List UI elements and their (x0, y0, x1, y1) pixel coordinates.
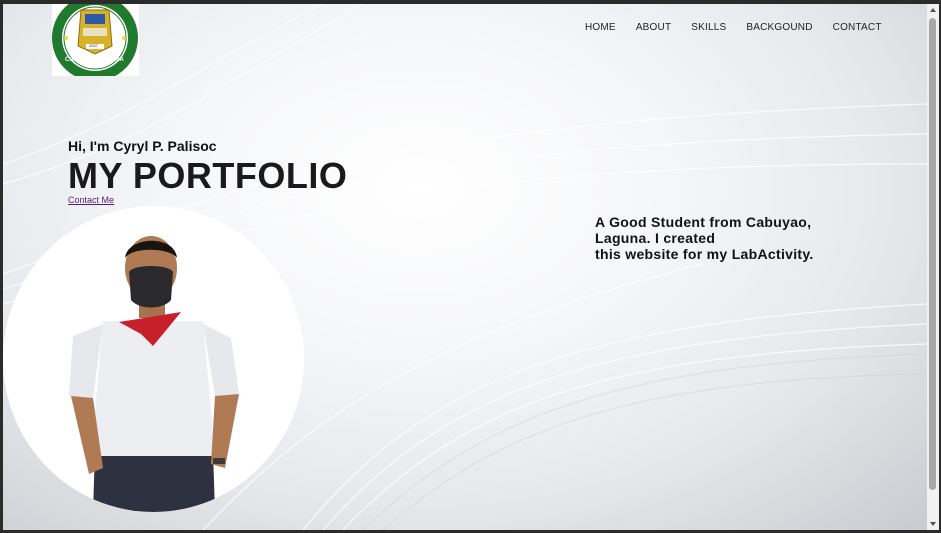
scroll-thumb[interactable] (929, 18, 936, 490)
nav-background[interactable]: BACKGOUND (746, 22, 812, 33)
nav-about[interactable]: ABOUT (636, 22, 671, 33)
page-title: MY PORTFOLIO (68, 155, 348, 196)
scroll-down-icon[interactable] (930, 522, 936, 526)
profile-photo (3, 206, 304, 512)
main-nav: HOME ABOUT SKILLS BACKGOUND CONTACT (585, 22, 902, 33)
tagline-line-1: A Good Student from Cabuyao, (595, 214, 812, 230)
tagline-line-3: this website for my LabActivity. (595, 246, 814, 262)
page-viewport: BANAY-BANAY NATIONAL HIGH SCHOOL CABUYAO… (3, 4, 927, 530)
nav-contact[interactable]: CONTACT (833, 22, 882, 33)
vertical-scrollbar[interactable] (927, 4, 939, 530)
logo-year: 2007 (89, 43, 98, 48)
logo-bottom-text: CABUYAO, LAGUNA (65, 57, 124, 63)
contact-me-link[interactable]: Contact Me (68, 195, 114, 205)
nav-home[interactable]: HOME (585, 22, 616, 33)
nav-skills[interactable]: SKILLS (691, 22, 726, 33)
scroll-up-icon[interactable] (930, 8, 936, 12)
student-figure (69, 236, 239, 512)
school-logo[interactable] (52, 4, 139, 76)
tagline: A Good Student from Cabuyao, Laguna. I c… (595, 214, 855, 262)
hero-greeting: Hi, I'm Cyryl P. Palisoc (68, 138, 217, 154)
tagline-line-2: Laguna. I created (595, 230, 716, 246)
